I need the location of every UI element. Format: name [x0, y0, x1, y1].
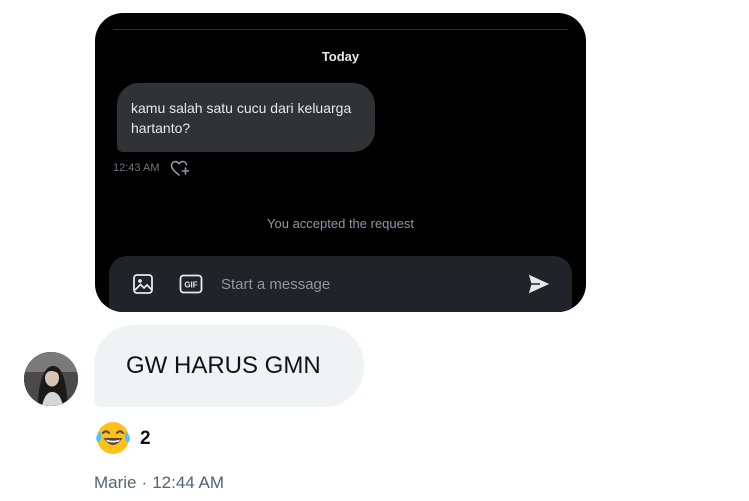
embedded-dm-screenshot[interactable]: Today kamu salah satu cucu dari keluarga…: [95, 13, 586, 312]
image-icon[interactable]: [131, 272, 155, 296]
gif-icon[interactable]: GIF: [179, 272, 203, 296]
face-with-tears-of-joy-icon: [94, 419, 132, 460]
gif-icon-label: GIF: [184, 281, 197, 290]
message-meta: 12:43 AM: [113, 158, 191, 178]
message-input[interactable]: [221, 272, 511, 296]
system-note: You accepted the request: [267, 216, 414, 231]
message-composer: GIF: [109, 256, 572, 312]
message-timestamp: 12:43 AM: [113, 162, 160, 174]
chat-page: Today kamu salah satu cucu dari keluarga…: [0, 0, 749, 501]
send-icon[interactable]: [527, 272, 551, 296]
divider: [113, 29, 568, 30]
date-separator: Today: [321, 49, 360, 64]
reaction-chip[interactable]: 2: [94, 421, 151, 457]
message-timestamp: 12:44 AM: [152, 473, 225, 492]
reaction-count: 2: [140, 428, 151, 449]
received-message-bubble[interactable]: kamu salah satu cucu dari keluarga harta…: [117, 83, 375, 152]
add-reaction-heart-icon[interactable]: [169, 159, 191, 177]
sender-name: Marie: [94, 473, 137, 492]
sent-reply-bubble[interactable]: GW HARUS GMN: [94, 325, 364, 407]
meta-separator: ·: [141, 473, 148, 492]
avatar[interactable]: [24, 352, 78, 406]
message-meta-footer: Marie · 12:44 AM: [94, 473, 224, 493]
